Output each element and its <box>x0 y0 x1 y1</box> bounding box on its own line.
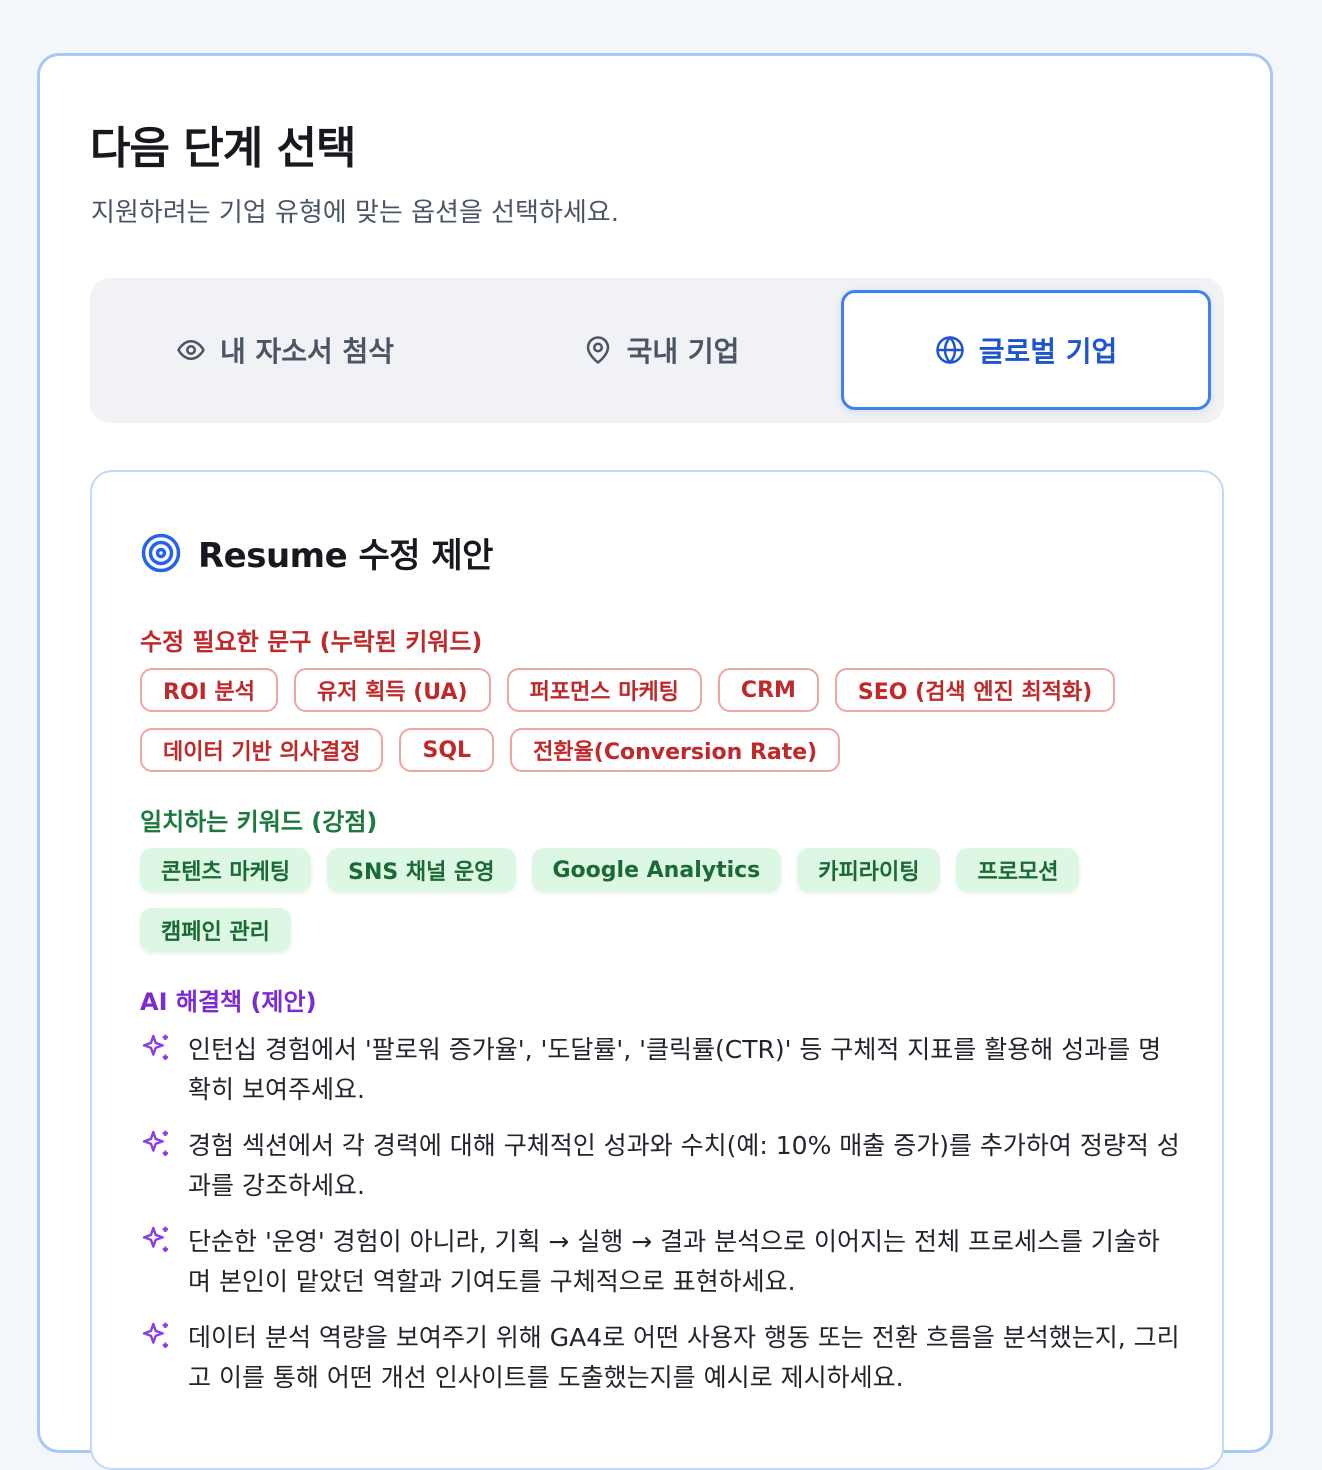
matched-keyword-chip: 카피라이팅 <box>797 848 941 892</box>
ai-suggestion-item: 인턴십 경험에서 '팔로워 증가율', '도달률', '클릭률(CTR)' 등 … <box>140 1030 1180 1110</box>
ai-suggestion-list: 인턴십 경험에서 '팔로워 증가율', '도달률', '클릭률(CTR)' 등 … <box>140 1030 1180 1414</box>
globe-icon <box>935 336 964 364</box>
eye-icon <box>177 340 205 360</box>
ai-suggestion-text: 경험 섹션에서 각 경력에 대해 구체적인 성과와 수치(예: 10% 매출 증… <box>188 1131 1180 1200</box>
missing-keywords-label: 수정 필요한 문구 (누락된 키워드) <box>140 628 483 656</box>
sparkles-icon <box>142 1130 168 1156</box>
ai-suggestion-text: 데이터 분석 역량을 보여주기 위해 GA4로 어떤 사용자 행동 또는 전환 … <box>188 1323 1180 1392</box>
next-step-card: 다음 단계 선택 지원하려는 기업 유형에 맞는 옵션을 선택하세요. 내 자소… <box>37 53 1273 1470</box>
target-icon <box>141 533 181 572</box>
sparkles-icon <box>142 1322 168 1348</box>
panel-title: Resume 수정 제안 <box>198 536 493 576</box>
ai-suggestion-item: 데이터 분석 역량을 보여주기 위해 GA4로 어떤 사용자 행동 또는 전환 … <box>140 1318 1180 1398</box>
missing-keyword-chip: 전환율(Conversion Rate) <box>510 728 841 772</box>
tab-global-company[interactable]: 글로벌 기업 <box>841 290 1211 410</box>
missing-keyword-chip: 퍼포먼스 마케팅 <box>506 668 702 712</box>
ai-suggestion-item: 경험 섹션에서 각 경력에 대해 구체적인 성과와 수치(예: 10% 매출 증… <box>140 1126 1180 1206</box>
missing-keyword-chip: CRM <box>717 668 819 712</box>
ai-suggestion-text: 인턴십 경험에서 '팔로워 증가율', '도달률', '클릭률(CTR)' 등 … <box>188 1035 1162 1104</box>
ai-solution-label: AI 해결책 (제안) <box>140 988 317 1016</box>
sparkles-icon <box>142 1034 168 1060</box>
missing-keyword-chip: 유저 획득 (UA) <box>293 668 491 712</box>
sparkles-icon <box>142 1226 168 1252</box>
missing-keyword-chip: SQL <box>399 728 495 772</box>
tab-domestic-company[interactable]: 국내 기업 <box>480 290 842 410</box>
tab-label: 국내 기업 <box>626 335 740 368</box>
matched-keyword-chip: SNS 채널 운영 <box>327 848 516 892</box>
matched-keywords-list: 콘텐츠 마케팅 SNS 채널 운영 Google Analytics 카피라이팅… <box>140 848 1180 952</box>
missing-keyword-chip: 데이터 기반 의사결정 <box>140 728 384 772</box>
company-type-tabs: 내 자소서 첨삭 국내 기업 글로벌 기업 <box>90 278 1224 423</box>
matched-keyword-chip: 프로모션 <box>956 848 1080 892</box>
matched-keyword-chip: 캠페인 관리 <box>140 908 291 952</box>
resume-suggestion-panel: Resume 수정 제안 수정 필요한 문구 (누락된 키워드) ROI 분석 … <box>90 470 1224 1470</box>
tab-label: 글로벌 기업 <box>978 335 1118 368</box>
page-title: 다음 단계 선택 <box>90 123 357 174</box>
matched-keywords-label: 일치하는 키워드 (강점) <box>140 808 378 836</box>
matched-keyword-chip: 콘텐츠 마케팅 <box>140 848 312 892</box>
map-pin-icon <box>586 336 609 364</box>
ai-suggestion-item: 단순한 '운영' 경험이 아니라, 기획 → 실행 → 결과 분석으로 이어지는… <box>140 1222 1180 1302</box>
missing-keyword-chip: ROI 분석 <box>140 668 278 712</box>
missing-keyword-chip: SEO (검색 엔진 최적화) <box>834 668 1116 712</box>
page-subtitle: 지원하려는 기업 유형에 맞는 옵션을 선택하세요. <box>91 198 619 228</box>
matched-keyword-chip: Google Analytics <box>531 848 782 892</box>
missing-keywords-list: ROI 분석 유저 획득 (UA) 퍼포먼스 마케팅 CRM SEO (검색 엔… <box>140 668 1180 772</box>
tab-essay-review[interactable]: 내 자소서 첨삭 <box>102 290 468 410</box>
ai-suggestion-text: 단순한 '운영' 경험이 아니라, 기획 → 실행 → 결과 분석으로 이어지는… <box>188 1227 1160 1296</box>
tab-label: 내 자소서 첨삭 <box>219 335 395 368</box>
panel-header: Resume 수정 제안 <box>140 528 493 577</box>
